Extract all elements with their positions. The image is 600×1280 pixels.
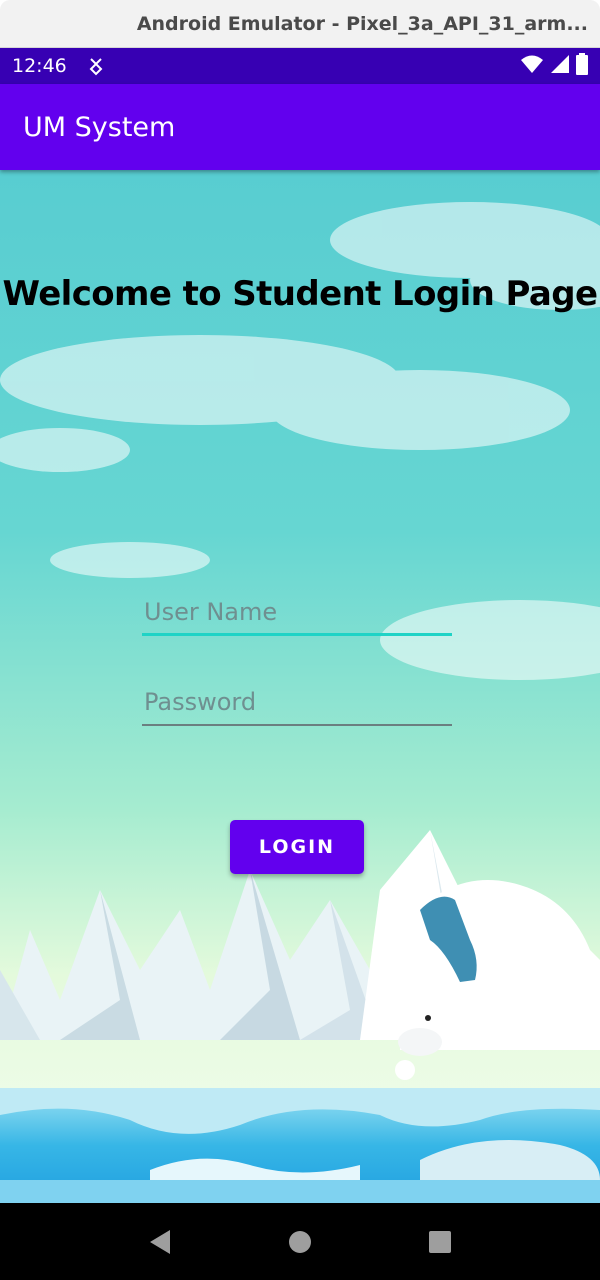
back-icon[interactable] [145, 1227, 175, 1257]
welcome-heading: Welcome to Student Login Page [2, 274, 599, 314]
window-title: Android Emulator - Pixel_3a_API_31_arm..… [136, 12, 588, 35]
battery-icon [576, 52, 588, 80]
status-bar: 12:46 [0, 48, 600, 84]
login-button[interactable]: LOGIN [230, 820, 364, 874]
password-input[interactable] [142, 680, 452, 726]
status-icons [520, 52, 588, 80]
home-icon[interactable] [285, 1227, 315, 1257]
wifi-icon [520, 54, 544, 79]
username-input[interactable] [142, 590, 452, 636]
app-bar: UM System [0, 84, 600, 170]
status-time: 12:46 [12, 55, 67, 77]
signal-icon [550, 54, 570, 79]
app-title: UM System [23, 111, 176, 143]
notification-icon [87, 56, 105, 76]
device-screen: 12:46 UM System Welcome to Student Login… [0, 48, 600, 1280]
login-screen: Welcome to Student Login Page LOGIN [0, 170, 600, 1203]
emulator-title-bar: Android Emulator - Pixel_3a_API_31_arm..… [0, 0, 600, 48]
navigation-bar [0, 1203, 600, 1280]
recents-icon[interactable] [425, 1227, 455, 1257]
